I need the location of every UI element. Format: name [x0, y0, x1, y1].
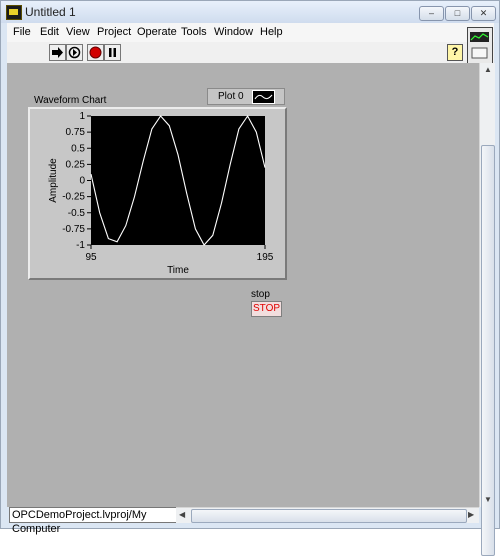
x-tick-label: 95 [85, 252, 97, 263]
scroll-left-icon[interactable]: ◀ [179, 510, 185, 519]
labview-app-icon [6, 5, 22, 20]
menu-edit[interactable]: Edit [40, 26, 59, 38]
vi-window: Untitled 1 – □ ✕ File Edit View Project … [0, 0, 500, 556]
legend-line-swatch-icon [252, 90, 275, 104]
y-tick-label: -0.25 [62, 192, 85, 203]
menu-help[interactable]: Help [260, 26, 283, 38]
close-button[interactable]: ✕ [471, 6, 496, 21]
horizontal-scrollbar[interactable]: ◀ ▶ [176, 507, 479, 523]
plot-legend[interactable]: Plot 0 [207, 88, 285, 105]
project-path: OPCDemoProject.lvproj/My Computer [9, 507, 177, 535]
vertical-scrollbar[interactable]: ▲ ▼ [479, 63, 495, 556]
scroll-right-icon[interactable]: ▶ [468, 510, 474, 519]
menu-view[interactable]: View [66, 26, 90, 38]
window-title: Untitled 1 [25, 5, 76, 19]
context-help-button[interactable]: ? [447, 44, 463, 61]
run-continuously-icon[interactable] [66, 44, 83, 61]
y-tick-label: 0.5 [71, 143, 85, 154]
y-tick-label: -1 [76, 240, 85, 251]
minimize-button[interactable]: – [419, 6, 444, 21]
y-tick-label: 1 [79, 111, 85, 122]
maximize-button[interactable]: □ [445, 6, 470, 21]
front-panel: Waveform Chart Plot 0 1 0.75 0.5 0.25 0 -0.25… [7, 63, 479, 507]
scroll-up-icon[interactable]: ▲ [484, 65, 492, 74]
pause-icon[interactable] [104, 44, 121, 61]
y-tick-label: 0 [79, 176, 85, 187]
y-tick-label: -0.75 [62, 224, 85, 235]
y-tick-label: 0.25 [66, 159, 86, 170]
abort-icon[interactable] [87, 44, 104, 61]
menu-bar: File Edit View Project Operate Tools Win… [7, 23, 494, 42]
stop-button[interactable]: STOP [251, 301, 282, 317]
menu-project[interactable]: Project [97, 26, 131, 38]
vi-icon[interactable] [467, 27, 493, 65]
plot-area [91, 116, 265, 245]
menu-file[interactable]: File [13, 26, 31, 38]
title-bar[interactable]: Untitled 1 – □ ✕ [1, 1, 499, 23]
y-tick-label: 0.75 [66, 127, 86, 138]
y-tick-label: -0.5 [68, 208, 86, 219]
toolbar [7, 42, 494, 64]
waveform-chart[interactable]: 1 0.75 0.5 0.25 0 -0.25 -0.5 -0.75 -195 195 Time Am… [28, 107, 283, 276]
scroll-down-icon[interactable]: ▼ [484, 495, 492, 504]
menu-operate[interactable]: Operate [137, 26, 177, 38]
legend-plot-name: Plot 0 [218, 91, 244, 102]
x-axis-label: Time [167, 265, 189, 276]
x-tick-label: 195 [257, 252, 274, 263]
menu-window[interactable]: Window [214, 26, 253, 38]
menu-tools[interactable]: Tools [181, 26, 207, 38]
horizontal-scroll-thumb[interactable] [191, 509, 467, 523]
run-arrow-icon[interactable] [49, 44, 66, 61]
chart-label: Waveform Chart [34, 95, 107, 106]
stop-label: stop [251, 289, 270, 300]
y-axis-label: Amplitude [48, 158, 59, 203]
